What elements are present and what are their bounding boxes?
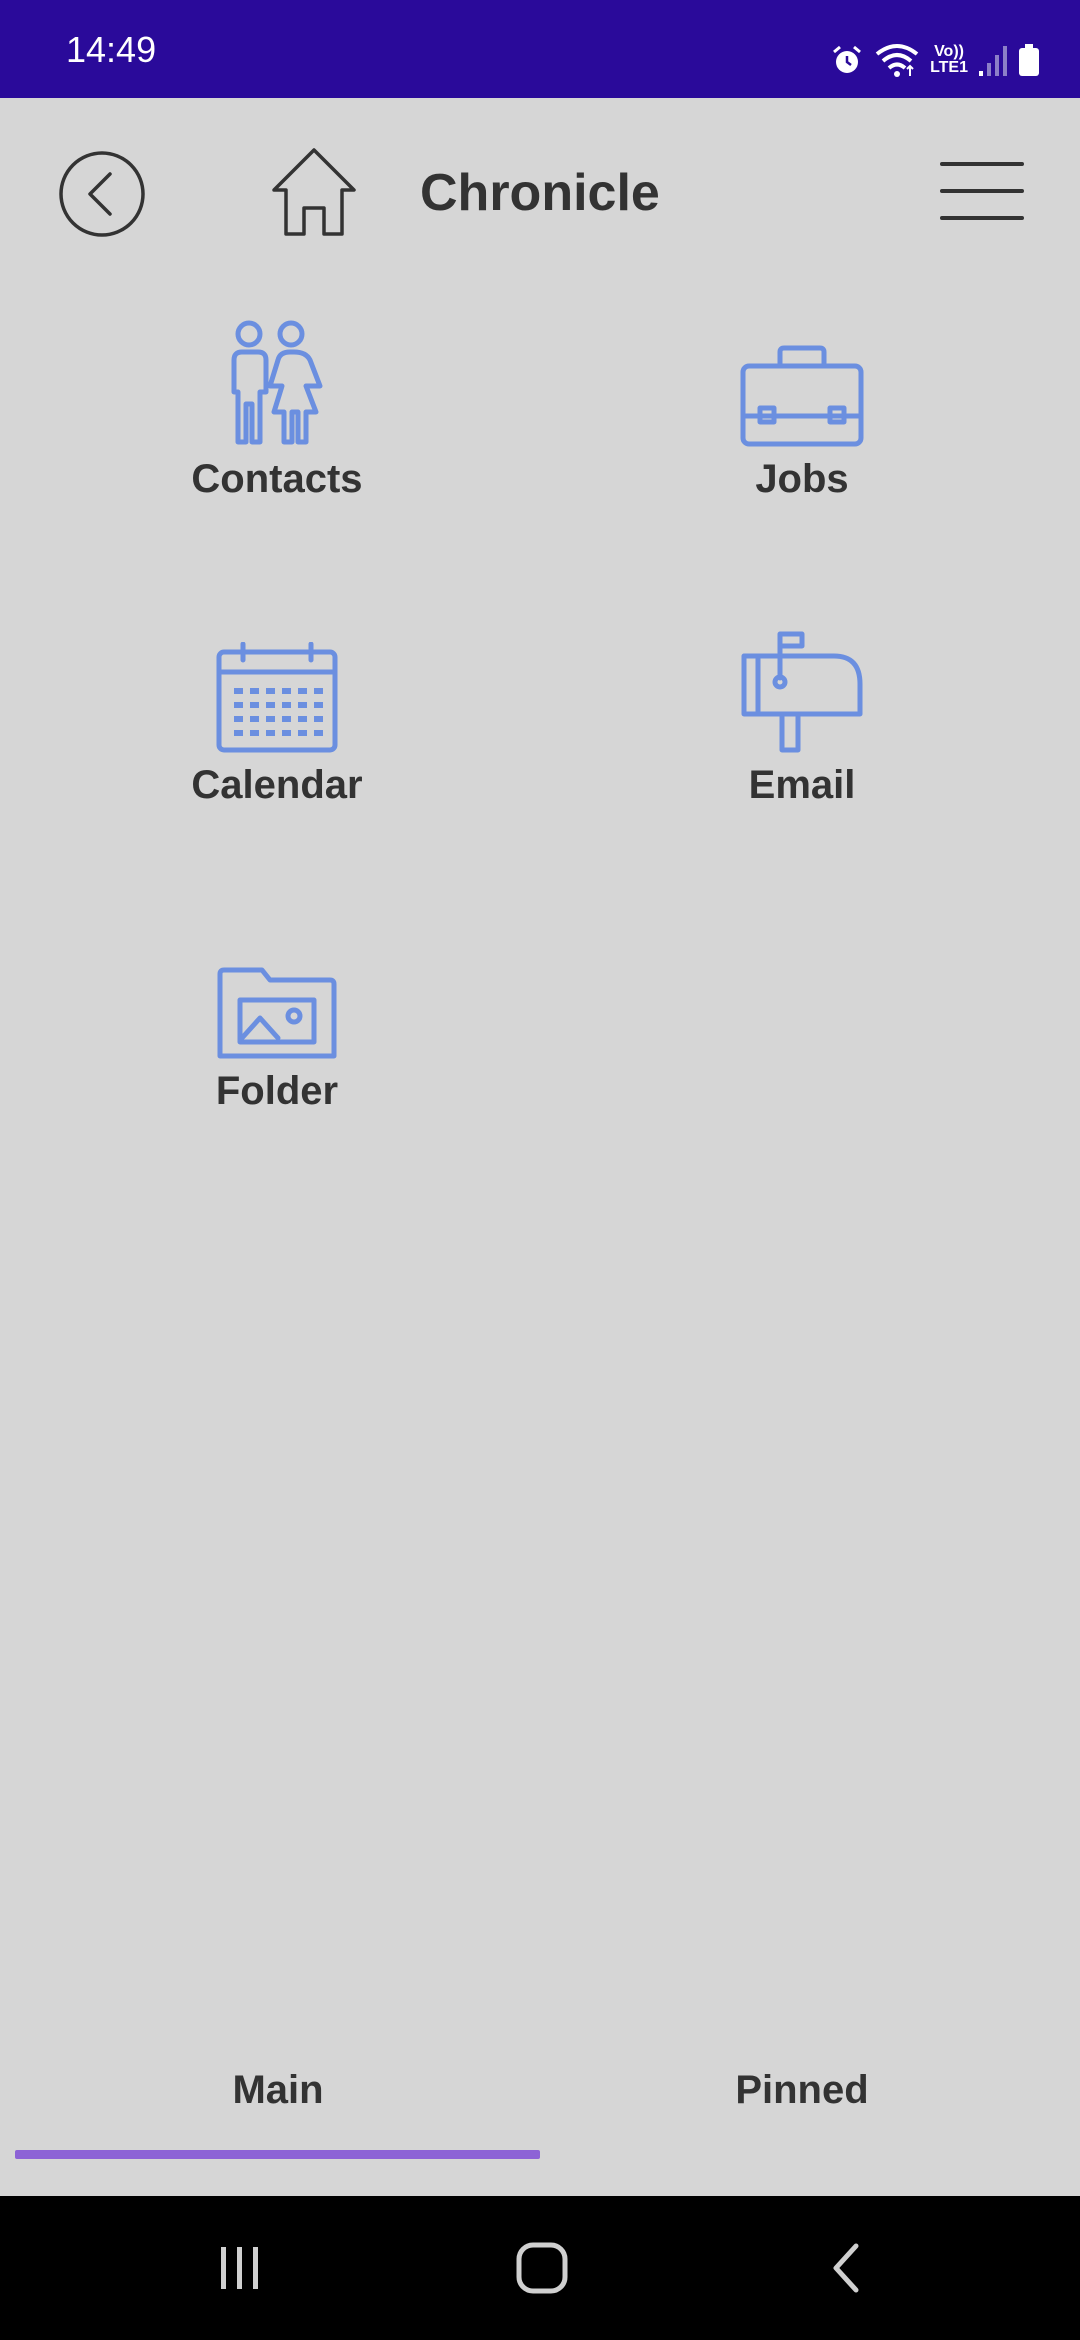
tile-folder-icon-wrap <box>212 930 342 1060</box>
bottom-tabs: Main Pinned <box>0 2040 1080 2196</box>
tile-calendar-label: Calendar <box>191 763 363 807</box>
wifi-icon <box>875 44 919 77</box>
back-circle-icon <box>59 151 145 237</box>
tile-email-icon-wrap <box>737 624 867 754</box>
calendar-icon <box>216 642 338 753</box>
page-title: Chronicle <box>420 164 660 222</box>
people-icon <box>231 320 323 445</box>
back-nav-button[interactable] <box>806 2236 886 2300</box>
status-time: 14:49 <box>66 29 157 70</box>
home-button-icon <box>516 2242 568 2294</box>
alarm-icon <box>833 45 862 73</box>
briefcase-icon <box>740 345 864 447</box>
tile-folder-label: Folder <box>215 1069 339 1113</box>
tab-pinned[interactable]: Pinned <box>532 2040 1072 2160</box>
home-nav-button[interactable] <box>502 2236 582 2300</box>
tile-calendar-icon-wrap <box>212 624 342 754</box>
menu-button[interactable] <box>938 158 1026 224</box>
tile-email-label: Email <box>748 763 856 807</box>
mailbox-icon <box>741 631 863 753</box>
tab-main[interactable]: Main <box>8 2040 548 2160</box>
volte-label: Vo)) <box>934 43 964 60</box>
tab-indicator <box>15 2150 540 2159</box>
hamburger-menu-icon <box>940 162 1024 220</box>
tile-jobs[interactable]: Jobs <box>602 318 1002 518</box>
battery-icon <box>1019 44 1039 76</box>
tile-contacts[interactable]: Contacts <box>77 318 477 518</box>
tile-folder[interactable]: Folder <box>77 930 477 1130</box>
image-folder-icon <box>217 967 337 1059</box>
recent-apps-button[interactable] <box>200 2236 280 2300</box>
tile-contacts-label: Contacts <box>191 457 363 501</box>
status-icons: Vo)) LTE1 <box>830 40 1040 80</box>
back-button-icon <box>833 2243 859 2293</box>
recent-apps-icon <box>221 2247 258 2289</box>
tile-jobs-label: Jobs <box>755 457 849 501</box>
home-button[interactable] <box>268 146 360 238</box>
volte-icon: Vo)) LTE1 <box>930 44 968 76</box>
status-bar: 14:49 Vo)) LTE1 <box>0 0 1080 98</box>
navigation-bar <box>0 2196 1080 2340</box>
tile-jobs-icon-wrap <box>737 318 867 448</box>
back-button[interactable] <box>58 150 146 238</box>
signal-icon <box>979 46 1007 76</box>
tile-email[interactable]: Email <box>602 624 1002 824</box>
lte-label: LTE1 <box>930 59 968 76</box>
tile-calendar[interactable]: Calendar <box>77 624 477 824</box>
home-icon <box>272 148 356 236</box>
tile-contacts-icon-wrap <box>212 318 342 448</box>
